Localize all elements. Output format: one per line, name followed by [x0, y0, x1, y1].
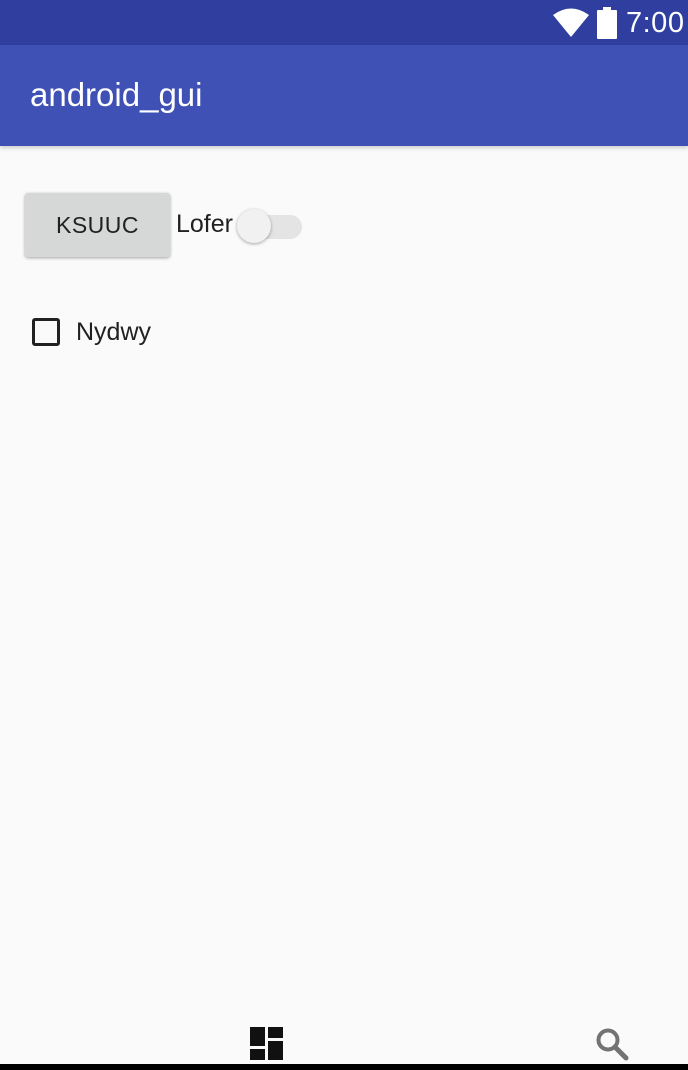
- app-title: android_gui: [30, 76, 203, 113]
- dashboard-icon[interactable]: [250, 1027, 283, 1060]
- ksuuc-button[interactable]: KSUUC: [25, 193, 170, 257]
- search-icon[interactable]: [595, 1027, 629, 1061]
- checkbox-box: [32, 318, 60, 346]
- bottom-edge: [0, 1064, 688, 1070]
- switch-thumb: [237, 209, 271, 243]
- wifi-icon: [553, 8, 589, 37]
- app-screen: 7:00 android_gui KSUUC Lofer Nydwy: [0, 0, 688, 1070]
- status-time: 7:00: [626, 7, 685, 39]
- nydwy-checkbox[interactable]: Nydwy: [30, 315, 170, 351]
- status-bar: 7:00: [0, 0, 688, 45]
- lofer-switch[interactable]: Lofer: [176, 203, 306, 247]
- battery-icon: [597, 7, 617, 39]
- checkbox-label: Nydwy: [76, 318, 152, 346]
- switch-label: Lofer: [176, 210, 233, 238]
- app-bar: android_gui: [0, 45, 688, 146]
